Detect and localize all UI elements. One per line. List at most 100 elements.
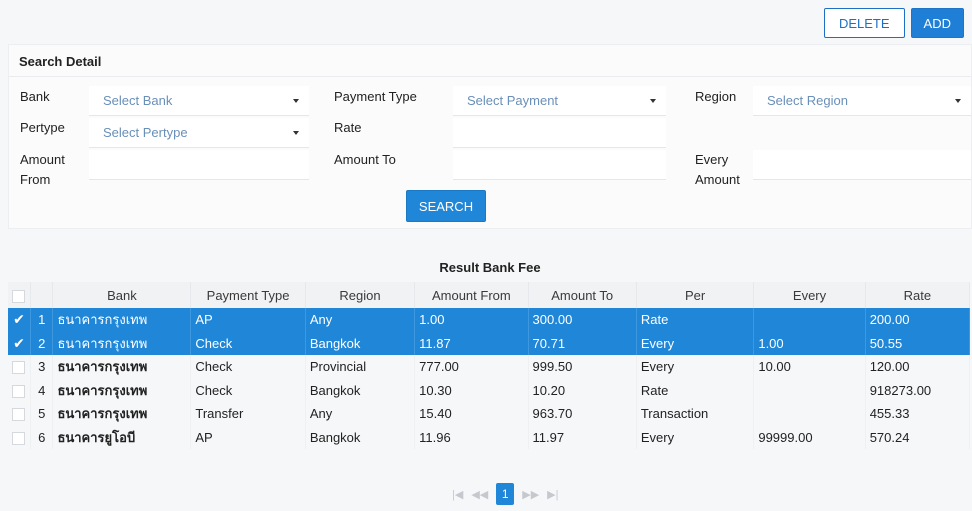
header-bank[interactable]: Bank	[52, 282, 192, 308]
header-payment-type[interactable]: Payment Type	[190, 282, 306, 308]
table-row[interactable]: 4 ธนาคารกรุงเทพ Check Bangkok 10.30 10.20 Rate…	[8, 378, 971, 402]
cell-amount-to: 11.97	[528, 425, 637, 449]
row-number: 6	[30, 425, 54, 449]
cell-rate: 570.24	[865, 425, 971, 449]
row-checkbox[interactable]	[12, 408, 26, 422]
table-row[interactable]: 6 ธนาคารยูโอบี AP Bangkok 11.96 11.97 Every 999…	[8, 425, 971, 449]
next-page-button[interactable]: ▶▶	[522, 488, 539, 501]
bank-label: Bank	[20, 89, 50, 104]
cell-payment-type: Check	[190, 331, 306, 355]
table-row[interactable]: 5 ธนาคารกรุงเทพ Transfer Any 15.40 963.70 Tran…	[8, 402, 971, 426]
cell-every: 99999.00	[753, 425, 866, 449]
select-all-checkbox-cell[interactable]	[8, 282, 31, 308]
header-every[interactable]: Every	[753, 282, 866, 308]
bank-select-placeholder: Select Bank	[103, 93, 173, 108]
row-number: 4	[30, 378, 54, 402]
cell-per: Every	[636, 425, 755, 449]
search-button[interactable]: SEARCH	[406, 190, 486, 222]
row-checkbox[interactable]	[12, 384, 26, 398]
pertype-select-placeholder: Select Pertype	[103, 125, 188, 140]
table-row[interactable]: 3 ธนาคารกรุงเทพ Check Provincial 777.00 999.5…	[8, 355, 971, 379]
table-header-row: Bank Payment Type Region Amount From Amo…	[8, 282, 971, 308]
cell-bank: ธนาคารกรุงเทพ	[52, 331, 192, 355]
cell-every	[753, 308, 866, 332]
cell-amount-from: 777.00	[414, 355, 529, 379]
cell-bank: ธนาคารกรุงเทพ	[52, 308, 192, 332]
row-checkbox-cell[interactable]	[8, 425, 31, 449]
result-panel: Result Bank Fee Bank Payment Type Region…	[8, 250, 972, 511]
cell-payment-type: Transfer	[190, 402, 306, 426]
region-select[interactable]: Select Region	[753, 86, 971, 116]
header-amount-to[interactable]: Amount To	[528, 282, 637, 308]
region-select-placeholder: Select Region	[767, 93, 848, 108]
row-number: 1	[30, 308, 54, 332]
header-amount-from[interactable]: Amount From	[414, 282, 529, 308]
cell-amount-to: 10.20	[528, 378, 637, 402]
cell-payment-type: Check	[190, 378, 306, 402]
header-no	[30, 282, 54, 308]
header-rate[interactable]: Rate	[865, 282, 971, 308]
header-per[interactable]: Per	[636, 282, 755, 308]
row-checkbox[interactable]	[12, 431, 26, 445]
cell-bank: ธนาคารยูโอบี	[52, 425, 192, 449]
payment-type-select-placeholder: Select Payment	[467, 93, 559, 108]
table-row[interactable]: ✔ 1 ธนาคารกรุงเทพ AP Any 1.00 300.00 Rate 200.00	[8, 308, 971, 332]
payment-type-select[interactable]: Select Payment	[453, 86, 666, 116]
toolbar: DELETE ADD	[823, 8, 964, 38]
pertype-label: Pertype	[20, 120, 65, 135]
select-all-checkbox[interactable]	[12, 289, 26, 303]
prev-page-button[interactable]: ◀◀	[471, 488, 488, 501]
amount-from-label-line2: From	[20, 172, 51, 187]
amount-to-input[interactable]	[453, 150, 666, 180]
search-panel-title: Search Detail	[19, 54, 102, 69]
amount-from-label: Amount From	[20, 150, 65, 190]
row-checkbox[interactable]	[12, 361, 26, 375]
pertype-select[interactable]: Select Pertype	[89, 118, 309, 148]
rate-label: Rate	[334, 120, 362, 135]
cell-region: Any	[305, 402, 416, 426]
every-amount-input[interactable]	[753, 150, 971, 180]
cell-region: Bangkok	[305, 331, 416, 355]
last-page-button[interactable]: ▶|	[547, 488, 558, 501]
checkmark-icon[interactable]: ✔	[13, 311, 25, 327]
row-checkbox-cell[interactable]	[8, 402, 31, 426]
bank-select[interactable]: Select Bank	[89, 86, 309, 116]
add-button[interactable]: ADD	[910, 8, 964, 38]
checkmark-icon[interactable]: ✔	[13, 335, 25, 351]
first-page-button[interactable]: |◀	[452, 488, 463, 501]
page-1-button[interactable]: 1	[496, 483, 515, 505]
row-checkbox-cell[interactable]	[8, 355, 31, 379]
amount-from-input[interactable]	[89, 150, 309, 180]
chevron-down-icon	[293, 99, 299, 103]
row-checkbox-cell[interactable]	[8, 378, 31, 402]
cell-amount-from: 11.87	[414, 331, 529, 355]
chevron-down-icon	[955, 99, 961, 103]
cell-per: Rate	[636, 308, 755, 332]
row-number: 2	[30, 331, 54, 355]
rate-input[interactable]	[453, 118, 666, 148]
cell-per: Every	[636, 331, 755, 355]
amount-from-label-line1: Amount	[20, 152, 65, 167]
cell-region: Bangkok	[305, 378, 416, 402]
cell-region: Bangkok	[305, 425, 416, 449]
header-region[interactable]: Region	[305, 282, 416, 308]
cell-amount-from: 11.96	[414, 425, 529, 449]
cell-payment-type: AP	[190, 308, 306, 332]
cell-region: Any	[305, 308, 416, 332]
cell-rate: 120.00	[865, 355, 971, 379]
cell-bank: ธนาคารกรุงเทพ	[52, 355, 192, 379]
cell-every	[753, 378, 866, 402]
pagination: |◀ ◀◀ 1 ▶▶ ▶|	[452, 483, 559, 505]
row-checkbox-cell[interactable]: ✔	[8, 331, 31, 355]
delete-button[interactable]: DELETE	[823, 8, 905, 38]
cell-amount-to: 999.50	[528, 355, 637, 379]
cell-bank: ธนาคารกรุงเทพ	[52, 402, 192, 426]
search-panel: Search Detail Bank Select Bank Payment T…	[8, 44, 972, 229]
cell-rate: 918273.00	[865, 378, 971, 402]
row-checkbox-cell[interactable]: ✔	[8, 308, 31, 332]
cell-per: Transaction	[636, 402, 755, 426]
cell-amount-to: 70.71	[528, 331, 637, 355]
result-title: Result Bank Fee	[439, 260, 541, 275]
table-row[interactable]: ✔ 2 ธนาคารกรุงเทพ Check Bangkok 11.87 70.71 Eve…	[8, 331, 971, 355]
cell-rate: 455.33	[865, 402, 971, 426]
